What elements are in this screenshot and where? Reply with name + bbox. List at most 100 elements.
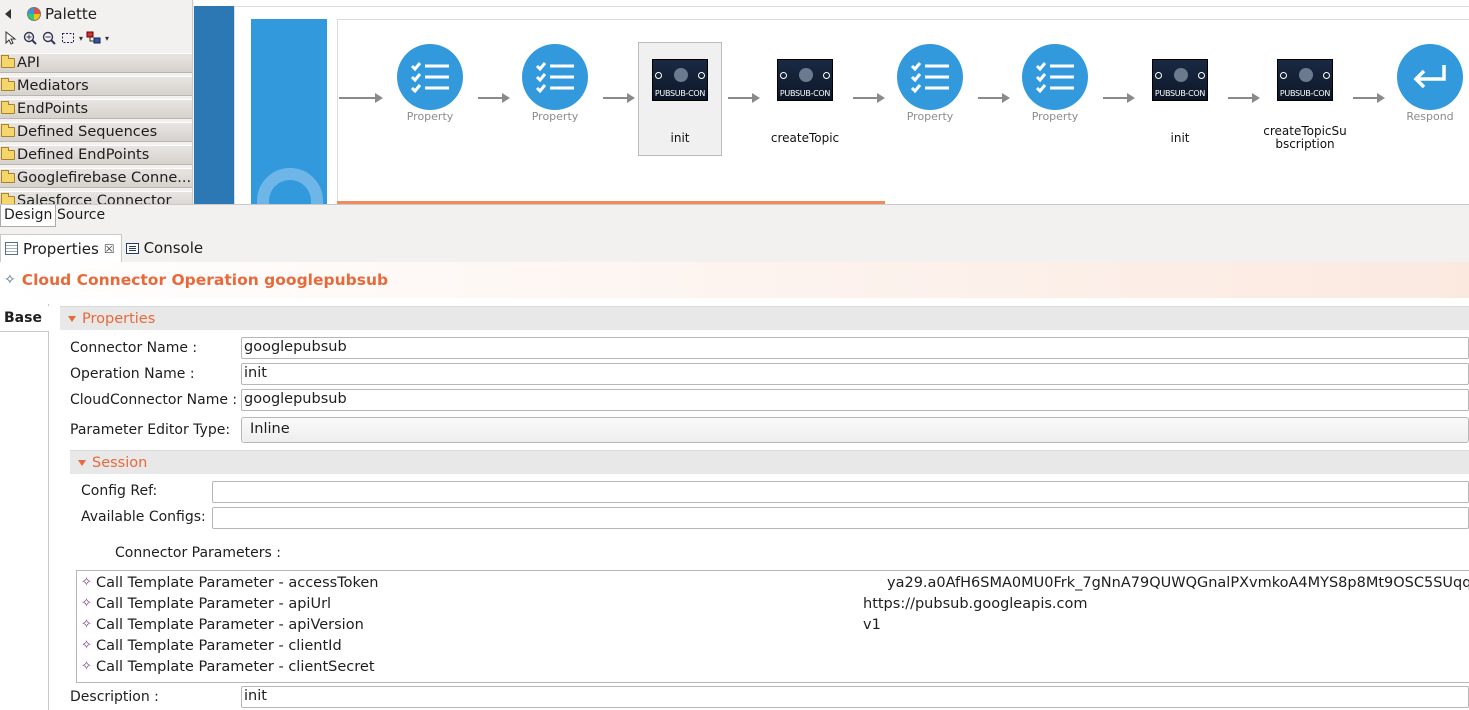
tab-console-label: Console xyxy=(143,239,204,257)
node-label: init xyxy=(1170,131,1190,145)
available-configs-field[interactable] xyxy=(212,507,1469,529)
tab-properties-label: Properties xyxy=(23,239,99,258)
flow-arrow xyxy=(1103,93,1135,103)
tab-base[interactable]: Base xyxy=(0,306,49,332)
parameter-icon: ✧ xyxy=(81,638,92,653)
flow-arrow xyxy=(339,93,383,103)
palette-drawer-endpoints[interactable]: EndPoints xyxy=(0,99,192,119)
parameter-name: Call Template Parameter - clientSecret xyxy=(96,658,375,675)
parameter-row[interactable]: ✧ Call Template Parameter - accessToken … xyxy=(77,572,1469,593)
parameter-name: Call Template Parameter - apiUrl xyxy=(96,595,332,612)
flow-arrow xyxy=(603,93,635,103)
checklist-icon xyxy=(1035,62,1074,93)
palette-drawer-googlefirebase[interactable]: Googlefirebase Conne... xyxy=(0,168,192,188)
flow-arrow xyxy=(1228,93,1260,103)
parameter-row[interactable]: ✧ Call Template Parameter - clientSecret xyxy=(77,656,1469,677)
description-label: Description : xyxy=(70,689,159,705)
select-tool-icon[interactable] xyxy=(3,30,19,46)
property-mediator-node[interactable] xyxy=(1022,44,1088,110)
config-ref-label: Config Ref: xyxy=(81,483,158,499)
description-field[interactable]: init xyxy=(241,686,1469,708)
folder-icon xyxy=(1,55,15,68)
drawer-label: Defined Sequences xyxy=(17,124,158,140)
flow-arrow xyxy=(1353,93,1385,103)
drawer-label: Salesforce Connector xyxy=(17,193,172,204)
pubsub-connector-icon[interactable]: PUBSUB-CON xyxy=(1152,59,1208,101)
folder-icon xyxy=(1,193,15,204)
properties-icon xyxy=(5,242,18,255)
palette-toolbar: ▾ ▾ xyxy=(3,29,109,47)
close-icon[interactable]: ☒ xyxy=(104,242,115,256)
parameter-editor-type-select[interactable]: Inline xyxy=(241,417,1469,443)
parameter-value: v1 xyxy=(863,616,881,633)
section-title: Properties xyxy=(82,310,156,327)
node-label: Property xyxy=(531,110,579,123)
properties-section-header[interactable]: Properties xyxy=(60,306,1469,330)
parameter-row[interactable]: ✧ Call Template Parameter - apiUrl https… xyxy=(77,593,1469,614)
drawer-label: Defined EndPoints xyxy=(17,147,150,163)
properties-panel: ✧ Cloud Connector Operation googlepubsub… xyxy=(0,262,1469,710)
drawer-label: EndPoints xyxy=(17,101,89,117)
connector-parameters-table[interactable]: ✧ Call Template Parameter - accessToken … xyxy=(76,570,1469,683)
available-configs-label: Available Configs: xyxy=(81,509,206,525)
property-mediator-node[interactable] xyxy=(397,44,463,110)
drawer-label: API xyxy=(17,55,40,71)
palette-icon xyxy=(27,7,41,21)
drawer-label: Mediators xyxy=(17,78,89,94)
properties-title-bar: ✧ Cloud Connector Operation googlepubsub xyxy=(0,262,1469,298)
node-label: createTopicSu bscription xyxy=(1263,124,1347,151)
property-mediator-node[interactable] xyxy=(522,44,588,110)
drawer-label: Googlefirebase Conne... xyxy=(17,170,192,186)
palette-header: Palette xyxy=(0,4,192,24)
session-section-header[interactable]: Session xyxy=(70,450,1469,474)
cloud-connector-name-field[interactable]: googlepubsub xyxy=(241,389,1469,411)
zoom-in-icon[interactable] xyxy=(22,30,38,46)
folder-icon xyxy=(1,170,15,183)
node-label: createTopic xyxy=(770,131,840,145)
palette-drawer-defined-sequences[interactable]: Defined Sequences xyxy=(0,122,192,142)
parameter-icon: ✧ xyxy=(81,575,92,590)
expand-triangle-icon xyxy=(78,459,86,466)
property-tabs: Base xyxy=(0,304,49,710)
folder-icon xyxy=(1,124,15,137)
connector-name-label: Connector Name : xyxy=(70,340,198,356)
node-label: Property xyxy=(406,110,454,123)
collapse-palette-icon[interactable] xyxy=(5,9,11,19)
pubsub-connector-icon[interactable]: PUBSUB-CON xyxy=(652,59,708,101)
checklist-icon xyxy=(910,62,949,93)
tab-design[interactable]: Design xyxy=(0,205,57,227)
api-resource-rail xyxy=(194,6,234,204)
connector-icon-text: PUBSUB-CON xyxy=(779,89,831,98)
config-ref-field[interactable] xyxy=(212,481,1469,503)
marquee-tool-icon[interactable] xyxy=(60,30,76,46)
palette-drawer-salesforce[interactable]: Salesforce Connector xyxy=(0,191,192,204)
flow-arrow xyxy=(478,93,510,103)
tab-console[interactable]: Console xyxy=(122,234,210,262)
pubsub-connector-icon[interactable]: PUBSUB-CON xyxy=(777,59,833,101)
palette-drawer-defined-endpoints[interactable]: Defined EndPoints xyxy=(0,145,192,165)
property-mediator-node[interactable] xyxy=(897,44,963,110)
respond-mediator-node[interactable] xyxy=(1397,44,1463,110)
palette-drawer-api[interactable]: API xyxy=(0,53,192,73)
connector-name-field[interactable]: googlepubsub xyxy=(241,337,1469,359)
parameter-value: ya29.a0AfH6SMA0MU0Frk_7gNnA79QUWQGnalPXv… xyxy=(887,574,1469,591)
properties-title: Cloud Connector Operation googlepubsub xyxy=(21,271,389,289)
section-title: Session xyxy=(92,454,148,471)
operation-name-field[interactable]: init xyxy=(241,363,1469,385)
tab-properties[interactable]: Properties ☒ xyxy=(0,234,122,262)
parameter-name: Call Template Parameter - accessToken xyxy=(96,574,379,591)
tab-source[interactable]: Source xyxy=(54,205,108,227)
marquee-dropdown-icon[interactable]: ▾ xyxy=(79,34,83,43)
folder-icon xyxy=(1,78,15,91)
design-canvas[interactable]: Property Property PUBSUB-CON init PUBSUB… xyxy=(194,0,1469,204)
parameter-row[interactable]: ✧ Call Template Parameter - apiVersion v… xyxy=(77,614,1469,635)
palette-drawer-mediators[interactable]: Mediators xyxy=(0,76,192,96)
connection-tool-icon[interactable] xyxy=(86,30,102,46)
pubsub-connector-icon[interactable]: PUBSUB-CON xyxy=(1277,59,1333,101)
parameter-row[interactable]: ✧ Call Template Parameter - clientId xyxy=(77,635,1469,656)
connector-icon-text: PUBSUB-CON xyxy=(1154,89,1206,98)
folder-icon xyxy=(1,101,15,114)
parameter-editor-type-label: Parameter Editor Type: xyxy=(70,422,231,438)
connection-dropdown-icon[interactable]: ▾ xyxy=(105,34,109,43)
zoom-out-icon[interactable] xyxy=(41,30,57,46)
